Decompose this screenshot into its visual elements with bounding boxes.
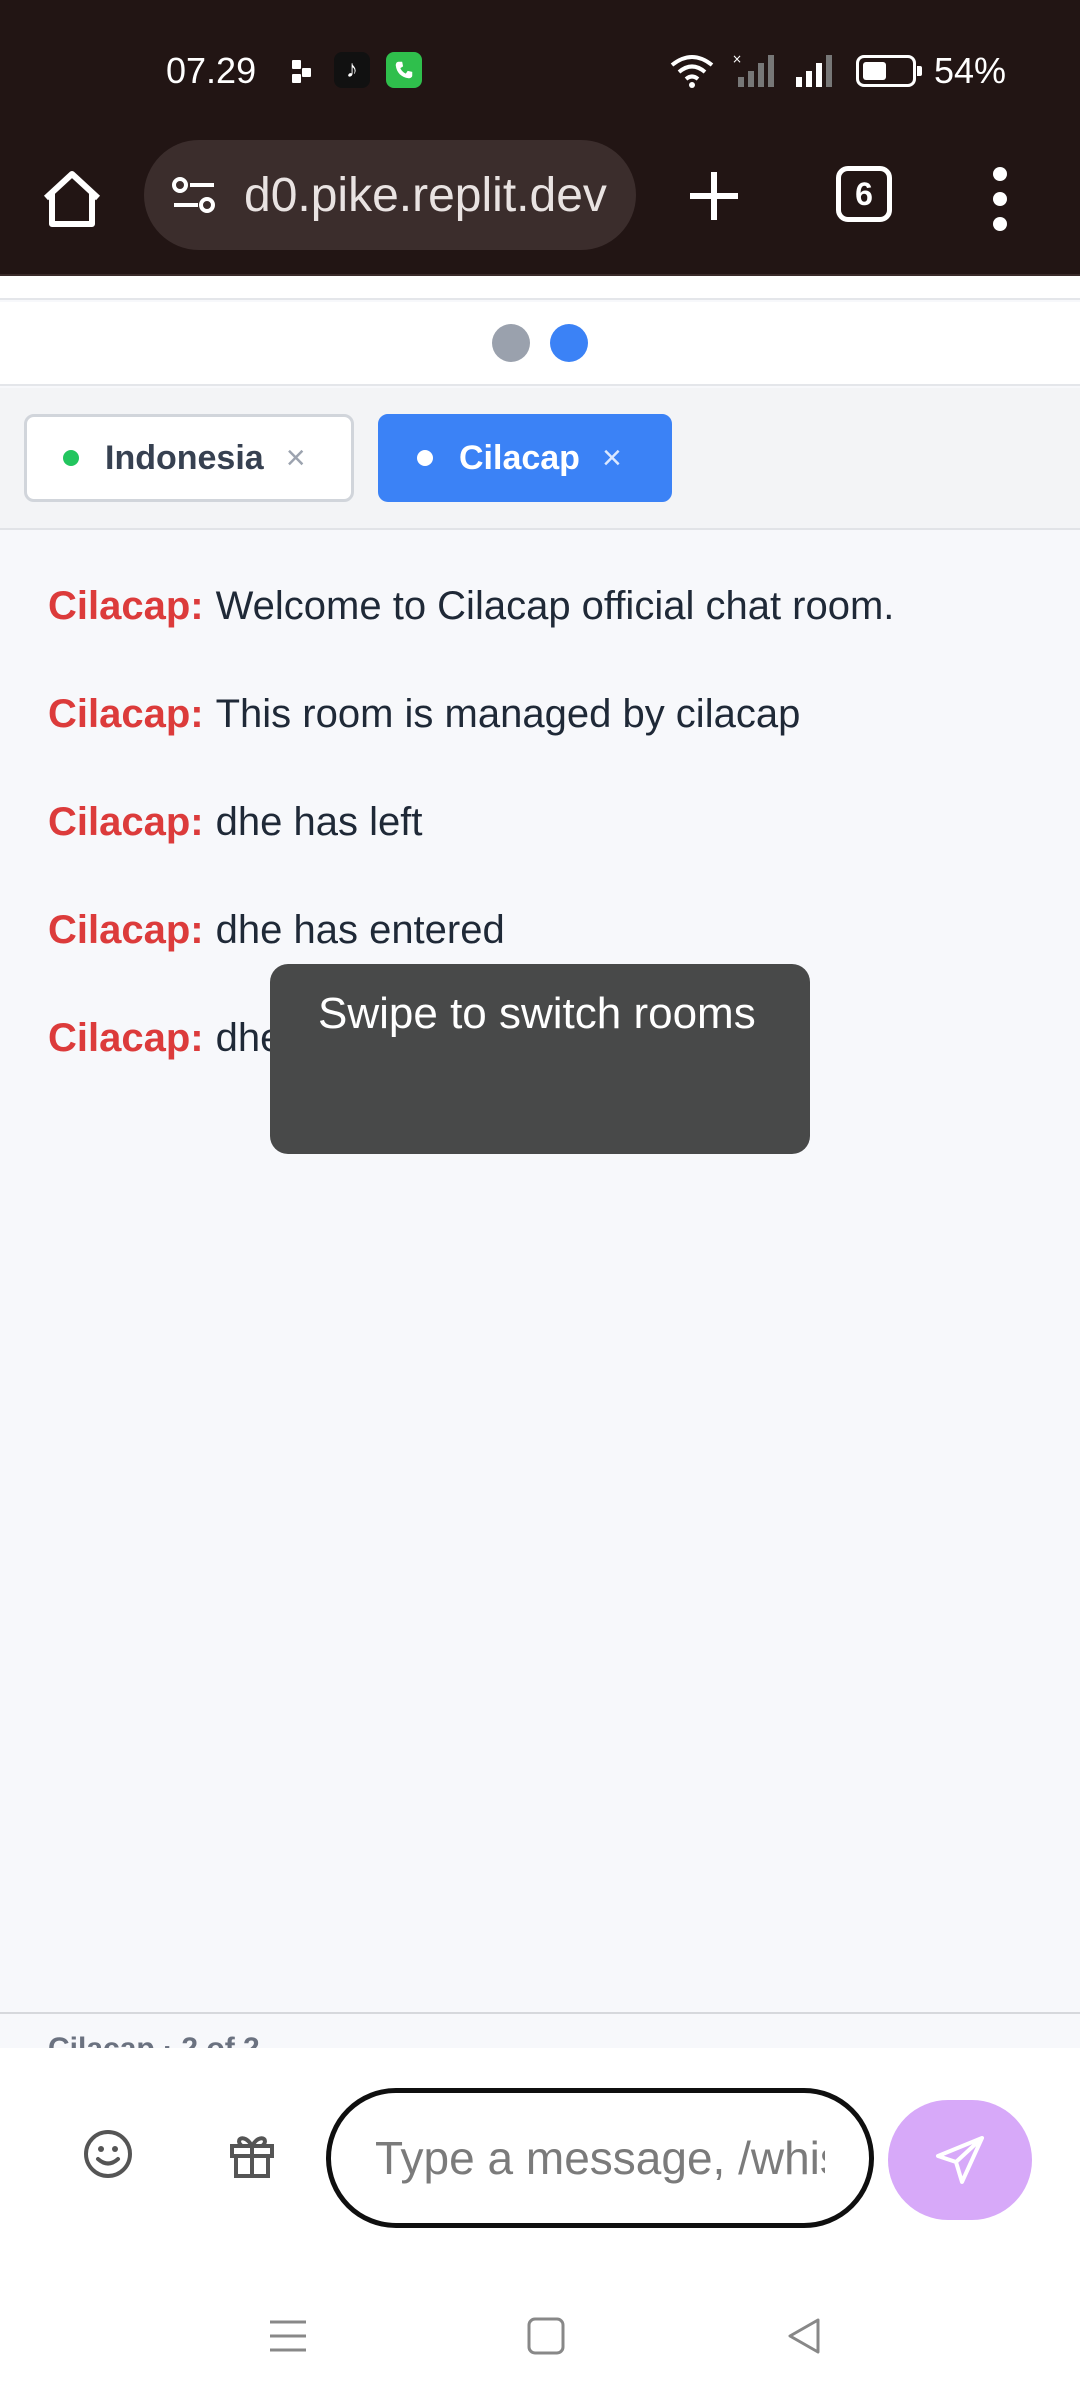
pager-dot-2-active[interactable]: [550, 324, 588, 362]
system-icons: × 54%: [670, 50, 1006, 92]
message-text: dhe has left: [215, 800, 423, 844]
message-sender[interactable]: Cilacap:: [48, 692, 204, 736]
signal-icon: [795, 55, 832, 87]
close-icon[interactable]: ×: [602, 439, 622, 478]
room-tabs: Indonesia × Cilacap ×: [0, 388, 1080, 530]
tab-label: Cilacap: [459, 438, 580, 477]
system-nav-bar: [0, 2272, 1080, 2400]
tabs-icon[interactable]: 6: [836, 166, 892, 222]
message-sender[interactable]: Cilacap:: [48, 584, 204, 628]
divider: [0, 2012, 1080, 2014]
gift-icon[interactable]: [226, 2128, 278, 2180]
notification-dots-icon: [290, 56, 318, 84]
status-time: 07.29: [166, 50, 257, 91]
message-composer: [0, 2048, 1080, 2272]
url-text[interactable]: d0.pike.replit.dev: [244, 168, 607, 223]
page-top-strip: [0, 276, 1080, 300]
chat-message: Cilacap: This room is managed by cilacap: [48, 686, 1048, 794]
no-signal-icon: ×: [732, 53, 774, 87]
message-sender[interactable]: Cilacap:: [48, 1016, 204, 1060]
message-sender[interactable]: Cilacap:: [48, 800, 204, 844]
close-icon[interactable]: ×: [286, 439, 306, 478]
tab-cilacap[interactable]: Cilacap ×: [378, 414, 672, 502]
chat-message: Cilacap: dhe has left: [48, 794, 1048, 902]
send-icon: [936, 2136, 984, 2184]
message-text: This room is managed by cilacap: [215, 692, 801, 736]
chat-message: Cilacap: Welcome to Cilacap official chat…: [48, 578, 1048, 686]
send-button[interactable]: [888, 2100, 1032, 2220]
home-nav-icon[interactable]: [524, 2314, 568, 2358]
room-pager[interactable]: [0, 302, 1080, 386]
message-text: Welcome to Cilacap official chat room.: [215, 584, 895, 628]
phone-app-icon: [386, 52, 422, 88]
battery-percent: 54%: [933, 50, 1006, 91]
tiktok-icon: ♪: [334, 52, 370, 88]
tab-count: 6: [855, 175, 873, 212]
tab-indonesia[interactable]: Indonesia ×: [24, 414, 354, 502]
new-tab-icon[interactable]: [680, 162, 748, 230]
home-icon[interactable]: [38, 166, 106, 234]
wifi-icon: [670, 55, 714, 88]
swipe-hint-toast: Swipe to switch rooms: [270, 964, 810, 1154]
status-bar: 07.29 ♪ × 54%: [0, 0, 1080, 140]
emoji-icon[interactable]: [82, 2128, 134, 2180]
message-sender[interactable]: Cilacap:: [48, 908, 204, 952]
svg-text:×: ×: [732, 53, 742, 66]
menu-icon[interactable]: [990, 164, 1010, 234]
message-text: dhe has entered: [215, 908, 505, 952]
pager-dot-1[interactable]: [492, 324, 530, 362]
browser-toolbar: d0.pike.replit.dev 6: [0, 140, 1080, 276]
recent-apps-icon[interactable]: [266, 2314, 310, 2358]
tab-label: Indonesia: [105, 438, 264, 477]
address-bar[interactable]: d0.pike.replit.dev: [144, 140, 636, 250]
back-icon[interactable]: [782, 2314, 826, 2358]
online-status-dot: [417, 450, 433, 466]
battery-icon: [855, 55, 922, 87]
online-status-dot: [63, 450, 79, 466]
site-settings-icon[interactable]: [170, 175, 218, 215]
notification-icons: ♪: [290, 52, 422, 88]
message-input[interactable]: [326, 2088, 874, 2228]
